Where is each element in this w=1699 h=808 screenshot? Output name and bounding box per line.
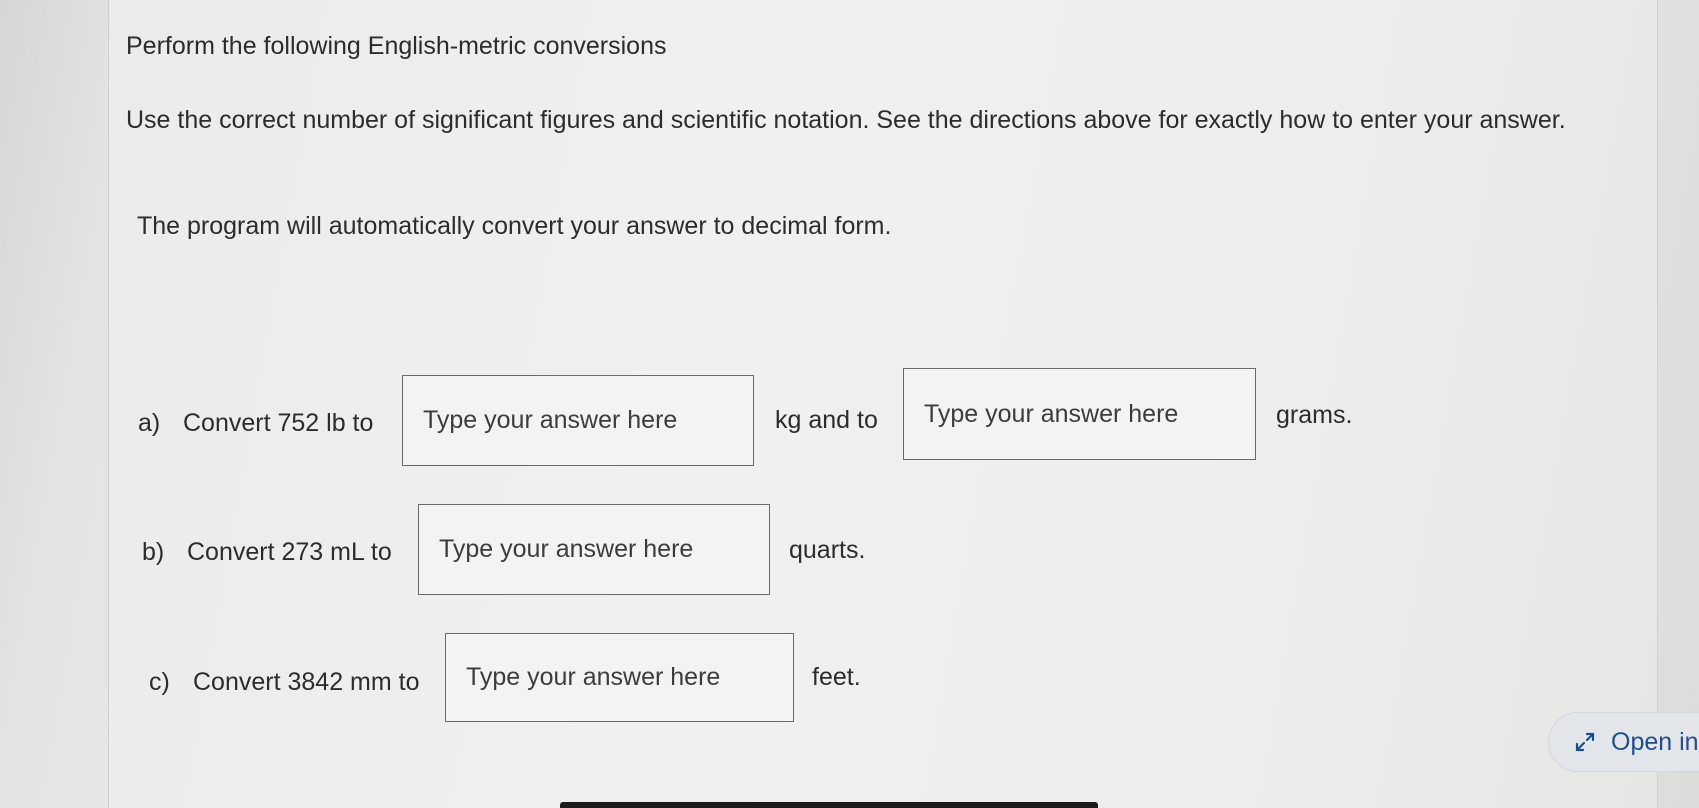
open-in-label: Open in: [1611, 727, 1699, 756]
question-c-suffix: feet.: [812, 663, 861, 691]
page-title: Perform the following English-metric con…: [126, 32, 667, 60]
question-b-marker: b): [142, 538, 165, 566]
question-b-quarts-input[interactable]: [418, 504, 770, 595]
question-a-prompt: Convert 752 lb to: [183, 409, 374, 437]
question-a-suffix: grams.: [1276, 401, 1353, 429]
question-a-kg-input[interactable]: [402, 375, 754, 466]
question-a-marker: a): [138, 409, 161, 437]
expand-arrows-icon: [1571, 728, 1599, 756]
bottom-edge-bar: [560, 802, 1098, 808]
question-c-marker: c): [149, 668, 170, 696]
question-a-grams-input[interactable]: [903, 368, 1256, 460]
question-c-feet-input[interactable]: [445, 633, 794, 722]
question-b-prompt: Convert 273 mL to: [187, 538, 392, 566]
instructions-line-1: Use the correct number of significant fi…: [126, 106, 1566, 134]
question-b-suffix: quarts.: [789, 536, 866, 564]
open-in-button[interactable]: Open in: [1548, 712, 1699, 772]
instructions-line-2: The program will automatically convert y…: [137, 212, 892, 240]
question-c-prompt: Convert 3842 mm to: [193, 668, 420, 696]
question-a-middle-text: kg and to: [775, 406, 878, 434]
